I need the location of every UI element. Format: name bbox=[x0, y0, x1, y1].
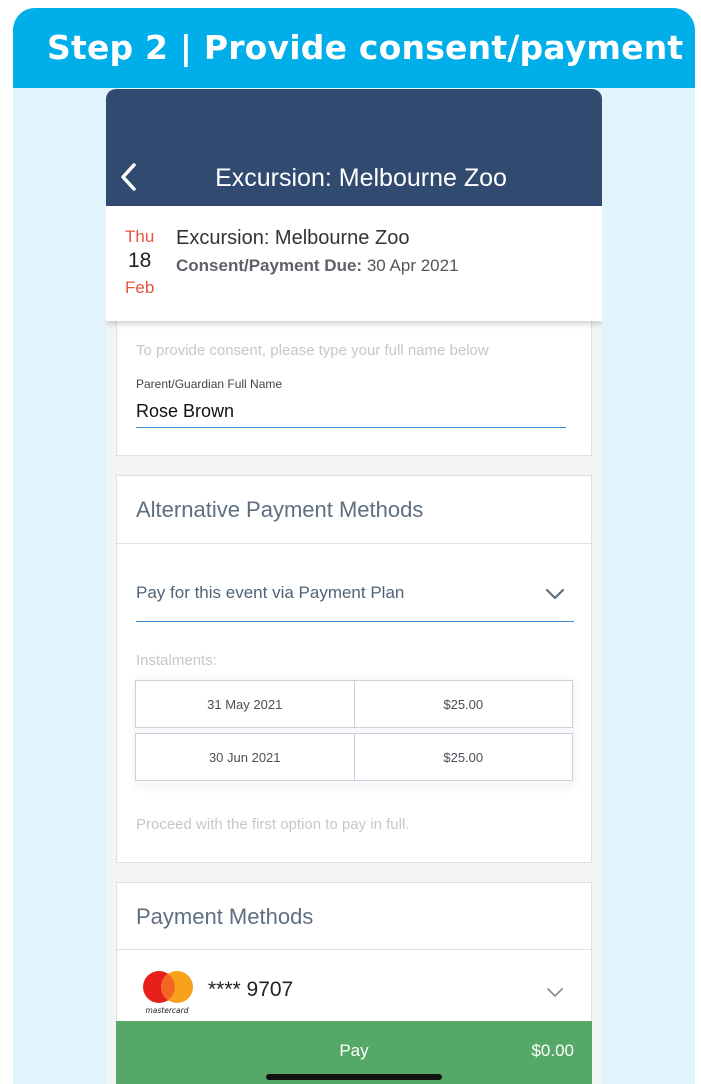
step-title: Step 2 | Provide consent/payment bbox=[47, 28, 684, 67]
app-header: Excursion: Melbourne Zoo bbox=[106, 89, 602, 206]
mastercard-logo-icon: mastercard bbox=[143, 971, 193, 1015]
instalments-table: 31 May 2021 $25.00 30 Jun 2021 $25.00 bbox=[135, 680, 573, 786]
instalments-label: Instalments: bbox=[136, 652, 217, 669]
home-indicator bbox=[266, 1074, 442, 1080]
alternative-payment-heading: Alternative Payment Methods bbox=[117, 476, 591, 544]
chevron-down-icon bbox=[547, 988, 563, 997]
phone-screen: Excursion: Melbourne Zoo Thu 18 Feb Excu… bbox=[106, 89, 602, 1084]
chevron-down-icon bbox=[545, 588, 565, 600]
due-line: Consent/Payment Due: 30 Apr 2021 bbox=[176, 256, 459, 276]
event-day: 18 bbox=[128, 249, 152, 272]
event-summary-card: Thu 18 Feb Excursion: Melbourne Zoo Cons… bbox=[106, 206, 602, 321]
instalment-amount: $25.00 bbox=[354, 733, 573, 781]
card-number: **** 9707 bbox=[208, 978, 294, 1001]
payment-plan-selected: Pay for this event via Payment Plan bbox=[136, 583, 405, 602]
saved-card-row[interactable]: mastercard **** 9707 bbox=[117, 951, 591, 1031]
pay-button-label: Pay bbox=[339, 1041, 369, 1060]
instalment-row: 30 Jun 2021 $25.00 bbox=[135, 733, 573, 781]
consent-panel: To provide consent, please type your ful… bbox=[116, 315, 592, 456]
alternative-payment-panel: Alternative Payment Methods Pay for this… bbox=[116, 475, 592, 863]
pay-in-full-note: Proceed with the first option to pay in … bbox=[136, 816, 410, 833]
due-label: Consent/Payment Due: bbox=[176, 256, 363, 275]
step-banner: Step 2 | Provide consent/payment bbox=[13, 8, 695, 88]
guardian-name-label: Parent/Guardian Full Name bbox=[136, 377, 283, 391]
event-month: Feb bbox=[125, 278, 155, 297]
payment-plan-select[interactable]: Pay for this event via Payment Plan bbox=[136, 573, 574, 622]
guardian-name-input[interactable] bbox=[136, 396, 566, 428]
payment-methods-heading: Payment Methods bbox=[117, 883, 591, 950]
event-day-of-week: Thu bbox=[125, 227, 155, 246]
step-card: Step 2 | Provide consent/payment Excursi… bbox=[13, 8, 695, 1084]
consent-hint: To provide consent, please type your ful… bbox=[136, 342, 489, 359]
svg-text:mastercard: mastercard bbox=[145, 1006, 188, 1015]
instalment-date: 31 May 2021 bbox=[135, 680, 355, 728]
instalment-row: 31 May 2021 $25.00 bbox=[135, 680, 573, 728]
header-title: Excursion: Melbourne Zoo bbox=[215, 164, 507, 192]
due-date: 30 Apr 2021 bbox=[366, 256, 459, 275]
pay-amount: $0.00 bbox=[531, 1041, 574, 1060]
instalment-amount: $25.00 bbox=[354, 680, 573, 728]
instalment-date: 30 Jun 2021 bbox=[135, 733, 355, 781]
event-title: Excursion: Melbourne Zoo bbox=[176, 227, 410, 249]
